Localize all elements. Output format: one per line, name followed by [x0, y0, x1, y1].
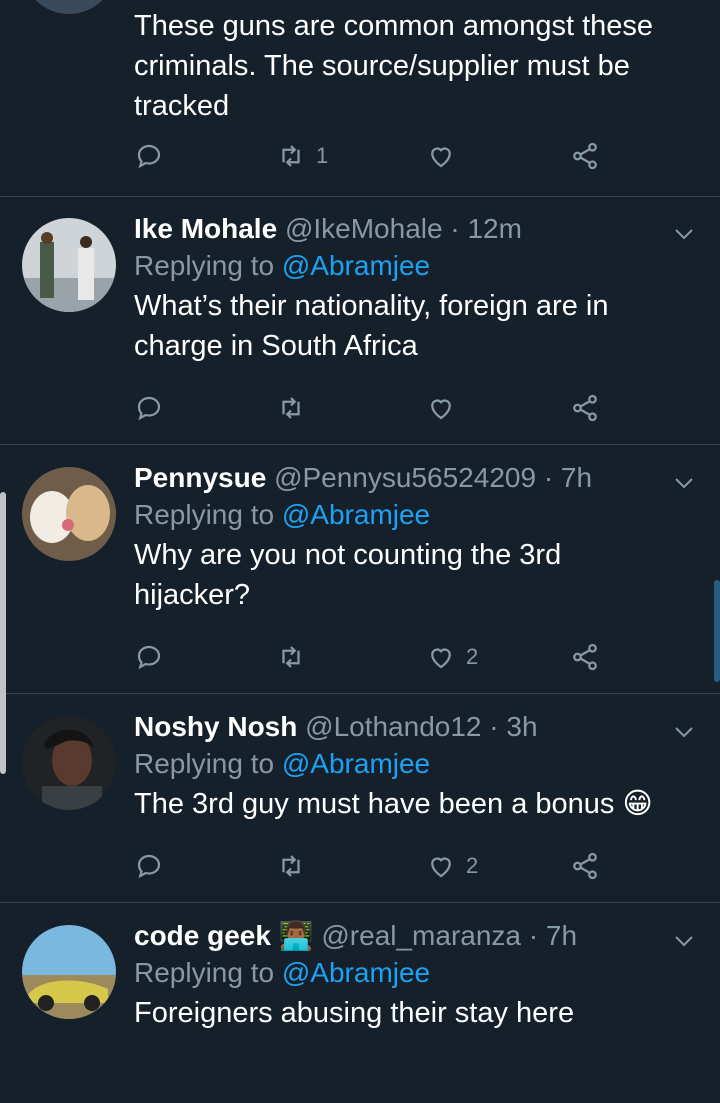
reply-icon: [137, 645, 161, 670]
tweet-top[interactable]: These guns are common amongst these crim…: [0, 0, 720, 197]
tweet-text: The 3rd guy must have been a bonus 😁: [134, 788, 653, 820]
like-count: 2: [466, 853, 479, 878]
replying-to: Replying to @Abramjee: [134, 748, 431, 779]
scrollbar[interactable]: [714, 580, 720, 682]
mention-link[interactable]: @Abramjee: [282, 957, 430, 988]
avatar[interactable]: [22, 0, 116, 14]
tweet-reply[interactable]: Ike Mohale @IkeMohale · 12m Replying to …: [0, 196, 720, 445]
timestamp: · 3h: [489, 711, 538, 742]
reply-icon: [137, 854, 161, 879]
like-button[interactable]: [426, 388, 456, 428]
tweet-reply[interactable]: Pennysue @Pennysu56524209 · 7h Replying …: [0, 445, 720, 694]
like-icon: [431, 147, 451, 168]
mention-link[interactable]: @Abramjee: [282, 499, 430, 530]
reply-button[interactable]: [134, 637, 164, 677]
chevron-down-icon[interactable]: [672, 720, 696, 744]
share-button[interactable]: [570, 136, 600, 176]
user-name[interactable]: Pennysue: [134, 462, 266, 493]
user-handle[interactable]: @Pennysu56524209: [274, 462, 536, 493]
retweet-button[interactable]: [276, 388, 306, 428]
mention-link[interactable]: @Abramjee: [282, 250, 430, 281]
retweet-icon: [282, 145, 300, 167]
timestamp: · 12m: [450, 213, 522, 244]
user-name[interactable]: Ike Mohale: [134, 213, 277, 244]
retweet-button[interactable]: [276, 846, 306, 886]
edge-handle[interactable]: [0, 492, 6, 774]
like-button[interactable]: 2: [426, 846, 478, 886]
user-handle[interactable]: @IkeMohale: [285, 213, 443, 244]
share-button[interactable]: [570, 637, 600, 677]
like-button[interactable]: 2: [426, 637, 478, 677]
retweet-icon: [282, 855, 300, 877]
share-icon: [573, 643, 597, 671]
like-icon: [431, 648, 451, 669]
replying-to: Replying to @Abramjee: [134, 957, 431, 988]
like-count: 2: [466, 644, 479, 669]
like-icon: [431, 399, 451, 420]
share-button[interactable]: [570, 846, 600, 886]
share-icon: [573, 394, 597, 422]
tweet-text: What’s their nationality, foreign are in…: [134, 290, 609, 362]
mention-link[interactable]: @Abramjee: [282, 748, 430, 779]
timestamp: · 7h: [543, 462, 593, 493]
timestamp: · 7h: [528, 920, 578, 951]
share-button[interactable]: [570, 388, 600, 428]
avatar[interactable]: [22, 218, 116, 312]
like-button[interactable]: [426, 136, 456, 176]
chevron-down-icon[interactable]: [672, 471, 696, 495]
tweet-text: Foreigners abusing their stay here: [134, 997, 575, 1029]
retweet-button[interactable]: [276, 637, 306, 677]
user-handle[interactable]: @real_maranza: [321, 920, 521, 951]
avatar[interactable]: [22, 467, 116, 561]
tweet-text: These guns are common amongst these crim…: [134, 10, 654, 122]
avatar[interactable]: [22, 925, 116, 1019]
reply-button[interactable]: [134, 388, 164, 428]
reply-button[interactable]: [134, 136, 164, 176]
tweet-text: Why are you not counting the 3rd hijacke…: [134, 539, 562, 611]
user-handle[interactable]: @Lothando12: [305, 711, 481, 742]
retweet-icon: [282, 397, 300, 419]
share-icon: [573, 142, 597, 170]
retweet-count: 1: [316, 143, 329, 168]
chevron-down-icon[interactable]: [672, 222, 696, 246]
reply-icon: [137, 144, 161, 169]
tweet-reply[interactable]: Noshy Nosh @Lothando12 · 3h Replying to …: [0, 694, 720, 903]
reply-button[interactable]: [134, 846, 164, 886]
user-name[interactable]: Noshy Nosh: [134, 711, 297, 742]
share-icon: [573, 852, 597, 880]
avatar[interactable]: [22, 716, 116, 810]
chevron-down-icon[interactable]: [672, 929, 696, 953]
tweet-reply[interactable]: code geek 👨🏾‍💻 @real_maranza · 7h Replyi…: [0, 903, 720, 1103]
retweet-button[interactable]: 1: [276, 136, 328, 176]
user-name[interactable]: code geek 👨🏾‍💻: [134, 920, 314, 951]
retweet-icon: [282, 646, 300, 668]
like-icon: [431, 857, 451, 878]
replying-to: Replying to @Abramjee: [134, 499, 431, 530]
reply-icon: [137, 396, 161, 421]
replying-to: Replying to @Abramjee: [134, 250, 431, 281]
